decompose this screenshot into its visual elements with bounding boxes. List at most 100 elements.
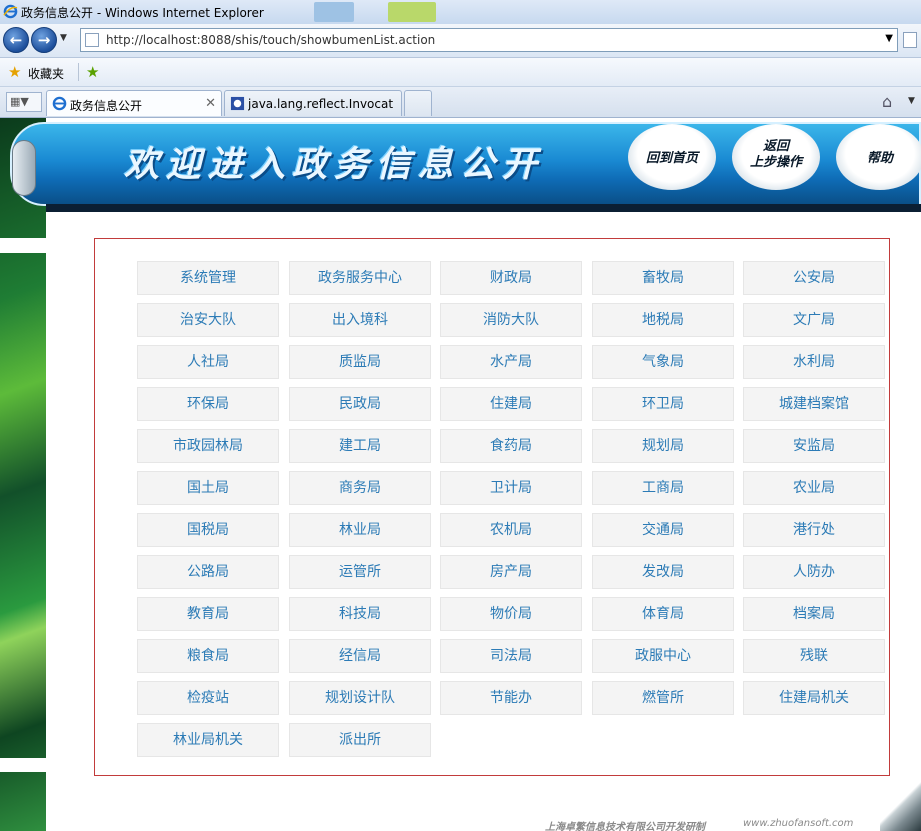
department-button[interactable]: 房产局 (440, 555, 582, 589)
page-title: 欢迎进入政务信息公开 (124, 145, 545, 185)
department-button[interactable]: 环保局 (137, 387, 279, 421)
favorites-star-icon[interactable]: ★ (8, 64, 21, 80)
department-button[interactable]: 消防大队 (440, 303, 582, 337)
department-panel: 系统管理 政务服务中心 财政局 畜牧局 公安局治安大队 出入境科 消防大队 地税局 文广局人社局… (94, 238, 890, 776)
department-button[interactable]: 交通局 (592, 513, 734, 547)
department-button[interactable]: 人社局 (137, 345, 279, 379)
navigation-bar: ← → ▼ http://localhost:8088/shis/touch/s… (0, 24, 921, 58)
department-button[interactable]: 检疫站 (137, 681, 279, 715)
department-button[interactable]: 司法局 (440, 639, 582, 673)
department-button[interactable]: 档案局 (743, 597, 885, 631)
header-banner: 欢迎进入政务信息公开 回到首页 返回 上步操作 帮助 (10, 118, 921, 214)
window-title: 政务信息公开 - Windows Internet Explorer (21, 6, 264, 20)
divider (78, 63, 79, 81)
chevron-down-icon[interactable]: ▼ (908, 96, 915, 106)
department-button[interactable]: 文广局 (743, 303, 885, 337)
left-decoration-gap (0, 238, 46, 253)
department-button[interactable]: 人防办 (743, 555, 885, 589)
page-icon (85, 33, 99, 47)
department-button[interactable]: 物价局 (440, 597, 582, 631)
window-titlebar: 政务信息公开 - Windows Internet Explorer (0, 0, 921, 24)
department-button[interactable]: 体育局 (592, 597, 734, 631)
department-button[interactable]: 农业局 (743, 471, 885, 505)
department-button[interactable]: 畜牧局 (592, 261, 734, 295)
department-button[interactable]: 国税局 (137, 513, 279, 547)
department-button[interactable]: 市政园林局 (137, 429, 279, 463)
close-icon[interactable]: ✕ (205, 96, 216, 111)
department-button[interactable]: 科技局 (289, 597, 431, 631)
address-url[interactable]: http://localhost:8088/shis/touch/showbum… (106, 33, 435, 47)
help-button[interactable]: 帮助 (836, 124, 921, 190)
department-button[interactable]: 运管所 (289, 555, 431, 589)
history-dropdown-icon[interactable]: ▼ (60, 33, 67, 43)
add-favorite-icon[interactable]: ★ (86, 63, 99, 81)
department-button[interactable]: 住建局 (440, 387, 582, 421)
department-button[interactable]: 安监局 (743, 429, 885, 463)
footer-website: www.zhuofansoft.com (743, 818, 854, 829)
department-button[interactable]: 质监局 (289, 345, 431, 379)
tab-label: java.lang.reflect.Invocati... (248, 97, 393, 111)
department-button[interactable]: 出入境科 (289, 303, 431, 337)
back-button[interactable]: ← (3, 27, 29, 53)
favorites-button[interactable]: 收藏夹 (28, 65, 64, 82)
department-button[interactable]: 政务服务中心 (289, 261, 431, 295)
taskbar-thumbnail (314, 2, 354, 22)
back-step-label-line2: 上步操作 (749, 155, 802, 170)
department-button[interactable]: 残联 (743, 639, 885, 673)
department-button[interactable]: 港行处 (743, 513, 885, 547)
department-button[interactable]: 民政局 (289, 387, 431, 421)
address-bar[interactable]: http://localhost:8088/shis/touch/showbum… (80, 28, 898, 52)
tab-active[interactable]: 政务信息公开 ✕ (46, 90, 222, 116)
arrow-right-icon: → (37, 31, 51, 49)
department-button[interactable]: 地税局 (592, 303, 734, 337)
department-button[interactable]: 发改局 (592, 555, 734, 589)
grid-icon: ▦▼ (10, 95, 29, 108)
department-button[interactable]: 卫计局 (440, 471, 582, 505)
new-tab-button[interactable] (404, 90, 432, 116)
department-button[interactable]: 燃管所 (592, 681, 734, 715)
department-button[interactable]: 系统管理 (137, 261, 279, 295)
department-button[interactable]: 节能办 (440, 681, 582, 715)
department-button[interactable]: 林业局机关 (137, 723, 279, 757)
department-button[interactable]: 公路局 (137, 555, 279, 589)
compatibility-view-icon[interactable] (903, 32, 917, 48)
back-step-button[interactable]: 返回 上步操作 (732, 124, 820, 190)
department-button[interactable]: 财政局 (440, 261, 582, 295)
taskbar-thumbnail (388, 2, 436, 22)
banner-bottom-bar (46, 204, 921, 212)
department-button[interactable]: 水产局 (440, 345, 582, 379)
home-button[interactable]: 回到首页 (628, 124, 716, 190)
arrow-left-icon: ← (9, 31, 23, 49)
chevron-down-icon[interactable]: ▼ (885, 33, 893, 44)
department-button[interactable]: 经信局 (289, 639, 431, 673)
department-button[interactable]: 教育局 (137, 597, 279, 631)
department-button[interactable]: 商务局 (289, 471, 431, 505)
banner-left-cap (12, 140, 36, 196)
department-button[interactable]: 规划设计队 (289, 681, 431, 715)
tab-inactive[interactable]: java.lang.reflect.Invocati... (224, 90, 402, 116)
left-decoration (0, 118, 46, 831)
home-icon[interactable]: ⌂ (882, 92, 892, 111)
department-button[interactable]: 城建档案馆 (743, 387, 885, 421)
page-viewport: 欢迎进入政务信息公开 回到首页 返回 上步操作 帮助 系统管理 政务服务中心 财政局… (0, 118, 921, 831)
department-button[interactable]: 食药局 (440, 429, 582, 463)
department-button[interactable]: 派出所 (289, 723, 431, 757)
department-button[interactable]: 住建局机关 (743, 681, 885, 715)
department-button[interactable]: 林业局 (289, 513, 431, 547)
forward-button[interactable]: → (31, 27, 57, 53)
department-button[interactable]: 政服中心 (592, 639, 734, 673)
department-button[interactable]: 粮食局 (137, 639, 279, 673)
department-button[interactable]: 治安大队 (137, 303, 279, 337)
department-button[interactable]: 农机局 (440, 513, 582, 547)
ie-page-icon (52, 96, 67, 111)
left-decoration-gap (0, 758, 46, 772)
department-button[interactable]: 水利局 (743, 345, 885, 379)
department-button[interactable]: 气象局 (592, 345, 734, 379)
department-button[interactable]: 建工局 (289, 429, 431, 463)
department-button[interactable]: 公安局 (743, 261, 885, 295)
department-button[interactable]: 环卫局 (592, 387, 734, 421)
department-button[interactable]: 国土局 (137, 471, 279, 505)
quick-tabs-button[interactable]: ▦▼ (6, 92, 42, 112)
department-button[interactable]: 规划局 (592, 429, 734, 463)
department-button[interactable]: 工商局 (592, 471, 734, 505)
